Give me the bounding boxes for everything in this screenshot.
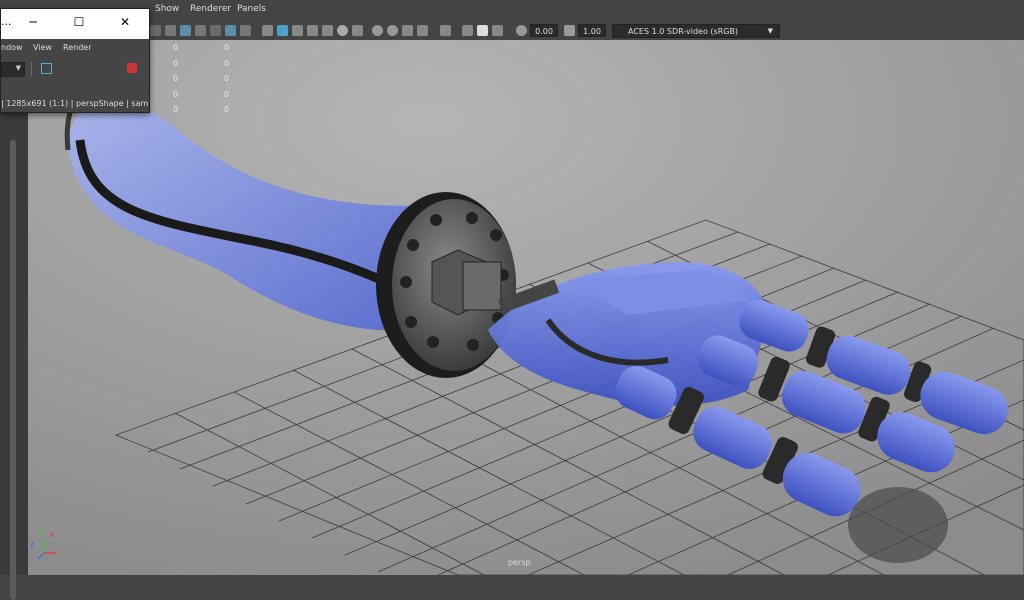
smooth-shade-icon[interactable] — [277, 25, 288, 36]
hud-value: 0 — [224, 89, 230, 99]
render-camera-dropdown[interactable]: ▼ — [1, 62, 25, 77]
axis-label-y: y — [39, 526, 44, 535]
menu-window[interactable]: ndow — [1, 43, 23, 52]
hud-value: 0 — [173, 43, 179, 52]
xray-active-icon[interactable] — [462, 25, 473, 36]
close-icon[interactable]: ✕ — [117, 14, 133, 30]
exposure-field[interactable]: 0.00 — [530, 24, 558, 37]
color-space-label: ACES 1.0 SDR-video (sRGB) — [628, 27, 739, 36]
gamma-field[interactable]: 1.00 — [578, 24, 606, 37]
isolate-select-icon[interactable] — [440, 25, 451, 36]
hud-value: 0 — [173, 58, 179, 68]
wireframe-icon[interactable] — [262, 25, 273, 36]
viewport-scene — [28, 40, 1024, 575]
textured-icon[interactable] — [307, 25, 318, 36]
menu-renderer[interactable]: Renderer — [190, 4, 231, 14]
shadow-disc — [848, 487, 948, 563]
render-region-icon[interactable] — [41, 63, 52, 74]
hud-value: 0 — [224, 43, 230, 52]
maximize-icon[interactable]: ☐ — [71, 14, 87, 30]
viewport-3d[interactable]: 0 0 0 0 0 0 0 0 0 0 x y z persp — [28, 40, 1024, 575]
hud-value: 0 — [224, 58, 230, 68]
anti-aliasing-icon[interactable] — [387, 25, 398, 36]
hud-value: 0 — [173, 105, 179, 114]
color-space-dropdown[interactable]: ACES 1.0 SDR-video (sRGB) ▼ — [612, 24, 780, 38]
lighting-icon[interactable] — [322, 25, 333, 36]
camera-label: persp — [508, 558, 531, 567]
menu-bar: Show Renderer Panels — [0, 0, 1024, 22]
safe-title-icon[interactable] — [240, 25, 251, 36]
chevron-down-icon: ▼ — [767, 27, 773, 35]
minimize-icon[interactable]: ─ — [25, 14, 41, 30]
field-chart-icon[interactable] — [210, 25, 221, 36]
menu-render[interactable]: Render — [63, 43, 91, 52]
stop-render-icon[interactable] — [127, 63, 137, 73]
safe-action-icon[interactable] — [225, 25, 236, 36]
render-window-titlebar[interactable]: ... ─ ☐ ✕ — [1, 9, 149, 39]
xray-icon[interactable] — [417, 25, 428, 36]
hud-icon[interactable] — [492, 25, 503, 36]
menu-show[interactable]: Show — [155, 4, 179, 14]
separator — [31, 62, 32, 76]
ambient-occlusion-icon[interactable] — [352, 25, 363, 36]
hud-value: 0 — [173, 74, 179, 83]
motion-blur-icon[interactable] — [372, 25, 383, 36]
axis-label-z: z — [30, 540, 35, 549]
hud-value: 0 — [224, 74, 230, 83]
chevron-down-icon: ▼ — [15, 64, 21, 72]
render-status: | 1285x691 (1:1) | perspShape | sam — [1, 99, 149, 108]
depth-of-field-icon[interactable] — [402, 25, 413, 36]
menu-panels[interactable]: Panels — [237, 4, 266, 14]
window-title: ... — [1, 15, 12, 28]
wrist-flange — [376, 192, 516, 378]
viewport-toolbar: 0.00 1.00 ACES 1.0 SDR-video (sRGB) ▼ — [0, 22, 1024, 41]
render-view-window[interactable]: ... ─ ☐ ✕ ndow View Render ▼ | 1285x691 … — [0, 8, 150, 113]
shadows-icon[interactable] — [337, 25, 348, 36]
left-panel — [0, 40, 28, 600]
hud-value: 0 — [173, 89, 179, 99]
hud-column-1: 0 0 0 0 0 — [173, 40, 178, 118]
hud-value: 0 — [224, 105, 230, 114]
film-gate-icon[interactable] — [165, 25, 176, 36]
resolution-gate-icon[interactable] — [180, 25, 191, 36]
axis-label-x: x — [50, 530, 55, 539]
exposure-icon[interactable] — [516, 25, 527, 36]
scrollbar[interactable] — [10, 140, 16, 600]
hud-column-2: 0 0 0 0 0 — [224, 40, 229, 118]
gamma-icon[interactable] — [564, 25, 575, 36]
menu-view[interactable]: View — [33, 43, 52, 52]
gate-mask-icon[interactable] — [195, 25, 206, 36]
grid-icon[interactable] — [150, 25, 161, 36]
default-material-icon[interactable] — [292, 25, 303, 36]
xray-joints-icon[interactable] — [477, 25, 488, 36]
